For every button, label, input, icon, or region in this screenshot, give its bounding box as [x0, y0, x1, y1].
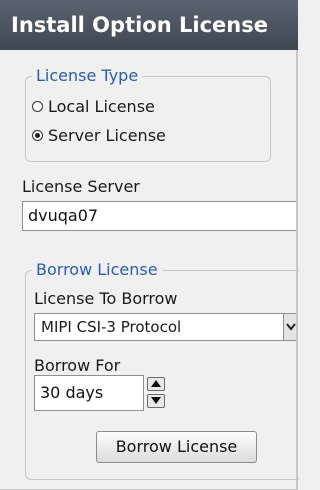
local-license-radio[interactable]: Local License	[32, 95, 155, 117]
server-license-radio-button[interactable]	[32, 129, 43, 141]
dialog-right-border	[296, 50, 298, 490]
license-type-legend: License Type	[32, 67, 143, 85]
borrow-license-button[interactable]: Borrow License	[96, 431, 257, 463]
license-to-borrow-value: MIPI CSI-3 Protocol	[41, 318, 182, 336]
borrow-for-label: Borrow For	[34, 356, 121, 375]
borrow-for-decrement-button[interactable]	[147, 394, 165, 408]
borrow-for-input[interactable]: 30 days	[34, 375, 144, 411]
borrow-license-legend: Borrow License	[32, 261, 162, 279]
server-license-radio[interactable]: Server License	[32, 124, 166, 146]
triangle-up-icon	[151, 380, 161, 387]
license-server-label: License Server	[22, 177, 140, 196]
license-to-borrow-select[interactable]: MIPI CSI-3 Protocol	[34, 313, 298, 341]
dialog-title: Install Option License	[0, 0, 298, 50]
local-license-radio-button[interactable]	[32, 100, 43, 112]
triangle-down-icon	[151, 397, 161, 404]
local-license-label: Local License	[48, 96, 155, 116]
server-license-label: Server License	[48, 125, 166, 145]
license-type-group	[25, 76, 271, 162]
license-to-borrow-label: License To Borrow	[34, 289, 178, 308]
chevron-down-icon[interactable]	[283, 314, 297, 340]
install-option-license-panel: License Type Local License Server Licens…	[0, 50, 299, 490]
license-server-input[interactable]: dvuqa07	[22, 201, 298, 231]
borrow-for-increment-button[interactable]	[147, 377, 165, 391]
